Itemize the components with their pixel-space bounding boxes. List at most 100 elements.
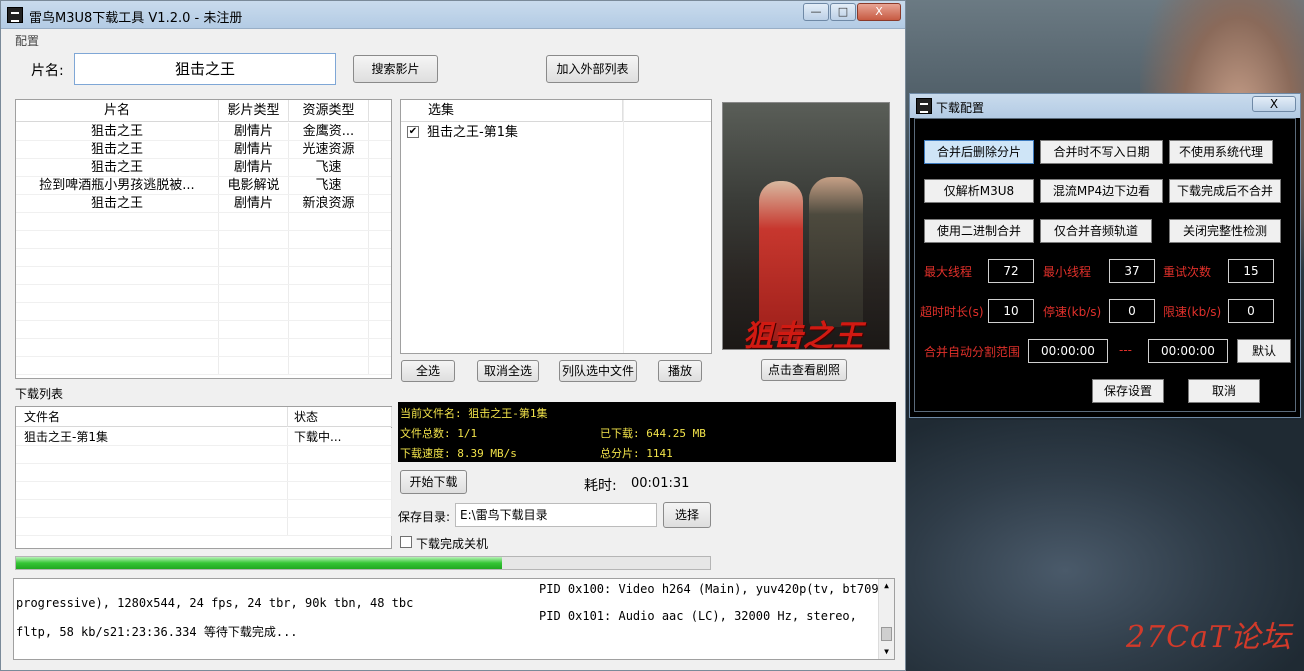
merge-delete-segments-button[interactable]: 合并后删除分片: [924, 140, 1034, 164]
download-row[interactable]: 狙击之王-第1集 下载中...: [16, 428, 392, 446]
stall-speed-input[interactable]: 0: [1109, 299, 1155, 323]
empty-row: [16, 267, 391, 285]
split-range-end-input[interactable]: 00:00:00: [1148, 339, 1228, 363]
table-cell: [219, 321, 289, 339]
table-row[interactable]: 捡到啤酒瓶小男孩逃脱被... 电影解说 飞速: [16, 177, 391, 195]
table-row[interactable]: 狙击之王 剧情片 飞速: [16, 159, 391, 177]
view-stills-button[interactable]: 点击查看剧照: [761, 359, 847, 381]
empty-row: [16, 249, 391, 267]
grid-line: [16, 535, 391, 536]
binary-merge-button[interactable]: 使用二进制合并: [924, 219, 1034, 243]
scroll-up-icon[interactable]: ▲: [881, 581, 892, 591]
table-cell: [16, 321, 219, 339]
no-date-on-merge-button[interactable]: 合并时不写入日期: [1040, 140, 1163, 164]
speed-limit-input[interactable]: 0: [1228, 299, 1274, 323]
deselect-all-button[interactable]: 取消全选: [477, 360, 539, 382]
table-cell: 剧情片: [219, 141, 289, 159]
scroll-down-icon[interactable]: ▼: [881, 647, 892, 657]
table-cell: [16, 267, 219, 285]
search-button[interactable]: 搜索影片: [353, 55, 438, 83]
save-dir-input[interactable]: E:\雷鸟下载目录: [455, 503, 657, 527]
shutdown-label: 下载完成关机: [416, 537, 489, 551]
window-title: 雷鸟M3U8下载工具 V1.2.0 - 未注册: [29, 11, 243, 26]
table-cell: 新浪资源: [289, 195, 369, 213]
cancel-button[interactable]: 取消: [1188, 379, 1260, 403]
config-title-bar[interactable]: 下载配置 X: [910, 94, 1300, 118]
merge-audio-only-button[interactable]: 仅合并音频轨道: [1040, 219, 1152, 243]
split-range-start-input[interactable]: 00:00:00: [1028, 339, 1108, 363]
table-row[interactable]: 狙击之王 剧情片 新浪资源: [16, 195, 391, 213]
total-segments-text: 总分片: 1141: [600, 447, 673, 460]
no-merge-after-download-button[interactable]: 下载完成后不合并: [1169, 179, 1281, 203]
shutdown-checkbox[interactable]: [400, 536, 412, 548]
table-cell: 光速资源: [289, 141, 369, 159]
empty-row: [16, 339, 391, 357]
episode-item[interactable]: ✔ 狙击之王-第1集: [401, 124, 711, 142]
episode-checkbox[interactable]: ✔: [407, 126, 419, 138]
table-row[interactable]: 狙击之王 剧情片 光速资源: [16, 141, 391, 159]
min-threads-label: 最小线程: [1043, 265, 1092, 279]
col-status[interactable]: 状态: [288, 407, 392, 427]
close-button[interactable]: X: [857, 3, 901, 21]
download-cell: 狙击之王-第1集: [16, 428, 288, 446]
mux-mp4-stream-button[interactable]: 混流MP4边下边看: [1040, 179, 1163, 203]
maximize-button[interactable]: □: [830, 3, 856, 21]
max-threads-input[interactable]: 72: [988, 259, 1034, 283]
play-button[interactable]: 播放: [658, 360, 702, 382]
table-cell: 狙击之王: [16, 141, 219, 159]
search-results-table[interactable]: 片名 影片类型 资源类型 狙击之王 剧情片 金鹰资... 狙击之王 剧情片 光速资源 狙击之…: [15, 99, 392, 379]
table-cell: [219, 267, 289, 285]
progress-fill: [16, 557, 502, 569]
download-cell: [288, 518, 392, 536]
table-cell: 剧情片: [219, 195, 289, 213]
empty-row: [16, 303, 391, 321]
table-row[interactable]: 狙击之王 剧情片 金鹰资...: [16, 123, 391, 141]
retry-label: 重试次数: [1163, 265, 1212, 279]
choose-dir-button[interactable]: 选择: [663, 502, 711, 528]
download-cell: [288, 464, 392, 482]
table-cell: [219, 213, 289, 231]
add-external-list-button[interactable]: 加入外部列表: [546, 55, 639, 83]
empty-row: [16, 446, 392, 464]
log-line-2: progressive), 1280x544, 24 fps, 24 tbr, …: [16, 596, 414, 610]
menu-config[interactable]: 配置: [15, 32, 39, 49]
start-download-button[interactable]: 开始下载: [400, 470, 467, 494]
download-header: 文件名 状态: [16, 407, 392, 427]
download-progress-bar: [15, 556, 711, 570]
app-icon: [7, 7, 23, 23]
parse-m3u8-only-button[interactable]: 仅解析M3U8: [924, 179, 1034, 203]
col-film-type[interactable]: 影片类型: [219, 100, 289, 122]
movie-poster: 狙击之王: [722, 102, 890, 350]
title-bar[interactable]: 雷鸟M3U8下载工具 V1.2.0 - 未注册 — □ X: [1, 1, 905, 29]
minimize-button[interactable]: —: [803, 3, 829, 21]
table-cell: 金鹰资...: [289, 123, 369, 141]
empty-row: [16, 482, 392, 500]
col-filename[interactable]: 文件名: [16, 407, 288, 427]
episode-list[interactable]: 选集 ✔ 狙击之王-第1集: [400, 99, 712, 354]
title-search-input[interactable]: 狙击之王: [74, 53, 336, 85]
download-cell: [16, 518, 288, 536]
default-button[interactable]: 默认: [1237, 339, 1291, 363]
retry-input[interactable]: 15: [1228, 259, 1274, 283]
min-threads-input[interactable]: 37: [1109, 259, 1155, 283]
log-line-4: fltp, 58 kb/s21:23:36.334 等待下载完成...: [16, 625, 298, 639]
disable-integrity-check-button[interactable]: 关闭完整性检测: [1169, 219, 1281, 243]
config-dialog: 下载配置 X 合并后删除分片 合并时不写入日期 不使用系统代理 仅解析M3U8 …: [909, 93, 1301, 418]
config-close-button[interactable]: X: [1252, 96, 1296, 112]
download-list-table[interactable]: 文件名 状态 狙击之王-第1集 下载中...: [15, 406, 392, 549]
col-source-type[interactable]: 资源类型: [289, 100, 369, 122]
empty-row: [16, 213, 391, 231]
downloaded-size-text: 已下载: 644.25 MB: [600, 427, 706, 440]
table-cell: [16, 249, 219, 267]
select-all-button[interactable]: 全选: [401, 360, 455, 382]
scroll-thumb[interactable]: [881, 627, 892, 641]
queue-selected-button[interactable]: 列队选中文件: [559, 360, 637, 382]
col-episode: 选集: [401, 100, 623, 122]
timeout-input[interactable]: 10: [988, 299, 1034, 323]
save-settings-button[interactable]: 保存设置: [1092, 379, 1164, 403]
table-cell: 剧情片: [219, 159, 289, 177]
no-system-proxy-button[interactable]: 不使用系统代理: [1169, 140, 1273, 164]
col-title[interactable]: 片名: [16, 100, 219, 122]
log-output[interactable]: PID 0x100: Video h264 (Main), yuv420p(tv…: [13, 578, 895, 660]
log-scrollbar[interactable]: ▲ ▼: [878, 579, 894, 659]
